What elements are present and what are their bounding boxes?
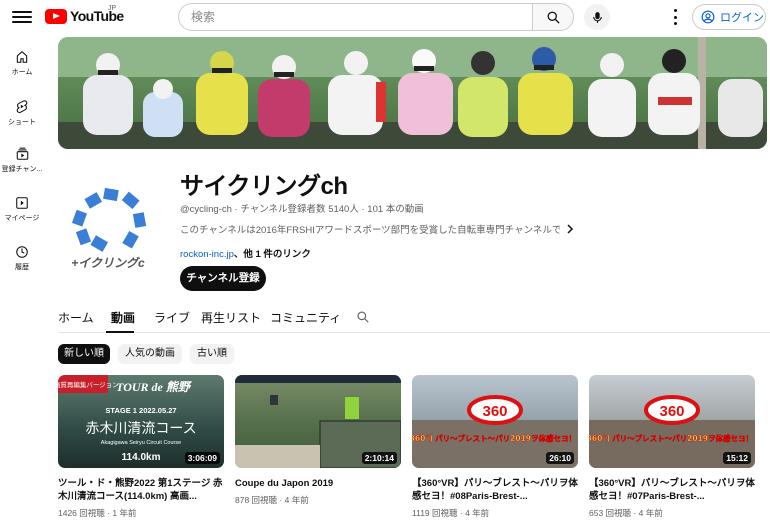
search-bar: 検索 (178, 3, 574, 31)
video-title[interactable]: 【360°VR】パリ〜ブレスト〜パリヲ体感セヨ！#08Paris-Brest-.… (412, 477, 578, 503)
svg-text:STAGE 1 2022.05.27: STAGE 1 2022.05.27 (105, 406, 176, 415)
tab-playlists[interactable]: 再生リスト (201, 309, 261, 326)
login-label: ログイン (720, 12, 764, 24)
video-card[interactable]: 2:10:14 Coupe du Japon 2019 878 回視聴 · 4 … (235, 375, 401, 506)
logo-region: JP (108, 5, 117, 12)
svg-text:360: 360 (659, 403, 684, 420)
video-duration: 15:12 (723, 452, 751, 464)
svg-text:360: 360 (482, 403, 507, 420)
search-input[interactable]: 検索 (178, 3, 532, 31)
sidebar-item-history[interactable]: 履歴 (0, 245, 44, 272)
view-count: 878 回視聴 (235, 495, 278, 505)
channel-link[interactable]: rockon-inc.jp (180, 249, 234, 260)
channel-banner (58, 37, 767, 149)
video-card[interactable]: 高画質再編集バージョン TOUR de 熊野 STAGE 1 2022.05.2… (58, 375, 224, 519)
svg-text:赤木川清流コース: 赤木川清流コース (85, 421, 196, 437)
video-meta: 1426 回視聴 · 1 年前 (58, 508, 137, 518)
settings-kebab-icon[interactable] (672, 9, 678, 25)
channel-avatar: +イクリングc (58, 175, 158, 275)
video-title[interactable]: Coupe du Japon 2019 (235, 477, 401, 490)
subscribe-button[interactable]: チャンネル登録 (180, 266, 266, 291)
cyclists-banner-image (58, 37, 767, 149)
sidebar-item-label: ショート (8, 119, 36, 126)
tab-videos[interactable]: 動画 (111, 309, 135, 326)
svg-text:高画質再編集バージョン: 高画質再編集バージョン (58, 380, 119, 389)
sidebar-item-library[interactable]: マイページ (0, 196, 44, 223)
channel-handle: @cycling-ch (180, 204, 232, 215)
sidebar-item-subscriptions[interactable]: 登録チャン... (0, 147, 44, 174)
video-card[interactable]: 360 [VR360°] パリ〜ブレスト〜パリ2019ヲ体感セヨ！ #08 26… (412, 375, 578, 519)
channel-meta: @cycling-ch · チャンネル登録者数 5140人 · 101 本の動画 (180, 201, 424, 215)
chip-oldest[interactable]: 古い順 (190, 344, 234, 364)
voice-search-button[interactable] (584, 4, 610, 30)
sidebar: ホーム ショート 登録チャン... マイページ 履歴 (0, 34, 44, 524)
view-count: 1119 回視聴 (412, 508, 458, 518)
subscriptions-icon (16, 147, 28, 160)
chip-newest[interactable]: 新しい順 (58, 344, 110, 364)
video-title[interactable]: ツール・ド・熊野2022 第1ステージ 赤木川清流コース(114.0km) 高画… (58, 477, 224, 503)
top-bar: YouTube JP 検索 ログイン (0, 0, 770, 34)
search-button[interactable] (532, 3, 574, 31)
shorts-icon (16, 100, 28, 113)
more-links-button[interactable]: 、他 1 件のリンク (234, 249, 311, 260)
sidebar-item-shorts[interactable]: ショート (0, 99, 44, 127)
sidebar-item-label: 履歴 (15, 264, 29, 271)
sidebar-item-label: マイページ (4, 215, 40, 222)
video-duration: 26:10 (546, 452, 574, 464)
video-meta: 653 回視聴 · 4 年前 (589, 508, 663, 518)
menu-icon[interactable] (12, 8, 32, 26)
channel-links: rockon-inc.jp、他 1 件のリンク (180, 246, 311, 260)
video-title[interactable]: 【360°VR】パリ〜ブレスト〜パリヲ体感セヨ！#07Paris-Brest-.… (589, 477, 755, 503)
video-count: 101 本の動画 (367, 204, 424, 215)
tab-home[interactable]: ホーム (58, 309, 94, 326)
svg-text:[VR360°] パリ〜ブレスト〜パリ2019ヲ体感セヨ！: [VR360°] パリ〜ブレスト〜パリ2019ヲ体感セヨ！ #07 (589, 433, 755, 443)
description-expand-button[interactable] (566, 221, 574, 239)
microphone-icon (592, 11, 602, 23)
video-thumbnail[interactable]: 2:10:14 (235, 375, 401, 468)
channel-description[interactable]: このチャンネルは2016年FRSHIアワードスポーツ部門を受賞した自転車専門チャ… (180, 222, 560, 236)
tab-community[interactable]: コミュニティ (270, 309, 341, 326)
video-thumbnail[interactable]: 高画質再編集バージョン TOUR de 熊野 STAGE 1 2022.05.2… (58, 375, 224, 468)
video-duration: 3:06:09 (184, 452, 220, 464)
active-tab-indicator (106, 331, 134, 333)
youtube-logo-icon (45, 8, 67, 24)
login-button[interactable]: ログイン (692, 4, 766, 30)
home-icon (16, 51, 28, 63)
svg-text:[VR360°] パリ〜ブレスト〜パリ2019ヲ体感セヨ！: [VR360°] パリ〜ブレスト〜パリ2019ヲ体感セヨ！ #08 (412, 433, 578, 443)
video-thumbnail[interactable]: 360 [VR360°] パリ〜ブレスト〜パリ2019ヲ体感セヨ！ #08 26… (412, 375, 578, 468)
account-icon (701, 10, 715, 24)
upload-age: 4 年前 (465, 508, 490, 518)
upload-age: 1 年前 (112, 508, 137, 518)
svg-text:TOUR de 熊野: TOUR de 熊野 (116, 380, 193, 394)
upload-age: 4 年前 (638, 508, 663, 518)
video-duration: 2:10:14 (361, 452, 397, 464)
svg-text:Akagigawa Seiryu Circuit Cours: Akagigawa Seiryu Circuit Course (101, 440, 181, 446)
upload-age: 4 年前 (284, 495, 309, 505)
sidebar-item-label: ホーム (11, 69, 33, 76)
view-count: 653 回視聴 (589, 508, 632, 518)
sidebar-item-home[interactable]: ホーム (0, 50, 44, 77)
cycling-logo-icon: +イクリングc (71, 187, 147, 270)
channel-tabs: ホーム 動画 ライブ 再生リスト コミュニティ (58, 305, 770, 333)
subscriber-count: チャンネル登録者数 5140人 (240, 204, 359, 215)
chip-popular[interactable]: 人気の動画 (118, 344, 182, 364)
tab-live[interactable]: ライブ (154, 309, 190, 326)
video-thumbnail[interactable]: 360 [VR360°] パリ〜ブレスト〜パリ2019ヲ体感セヨ！ #07 15… (589, 375, 755, 468)
video-meta: 878 回視聴 · 4 年前 (235, 495, 309, 505)
search-icon (357, 311, 369, 323)
video-meta: 1119 回視聴 · 4 年前 (412, 508, 490, 518)
chevron-right-icon (567, 224, 574, 234)
sidebar-item-label: 登録チャン... (1, 166, 43, 173)
video-card[interactable]: 360 [VR360°] パリ〜ブレスト〜パリ2019ヲ体感セヨ！ #07 15… (589, 375, 755, 519)
search-icon (547, 11, 560, 24)
svg-text:114.0km: 114.0km (122, 452, 161, 463)
history-icon (16, 246, 28, 258)
channel-search-button[interactable] (356, 310, 370, 329)
library-icon (16, 197, 28, 209)
avatar-text: +イクリングc (71, 256, 145, 270)
channel-title: サイクリングch (180, 173, 348, 200)
view-count: 1426 回視聴 (58, 508, 105, 518)
